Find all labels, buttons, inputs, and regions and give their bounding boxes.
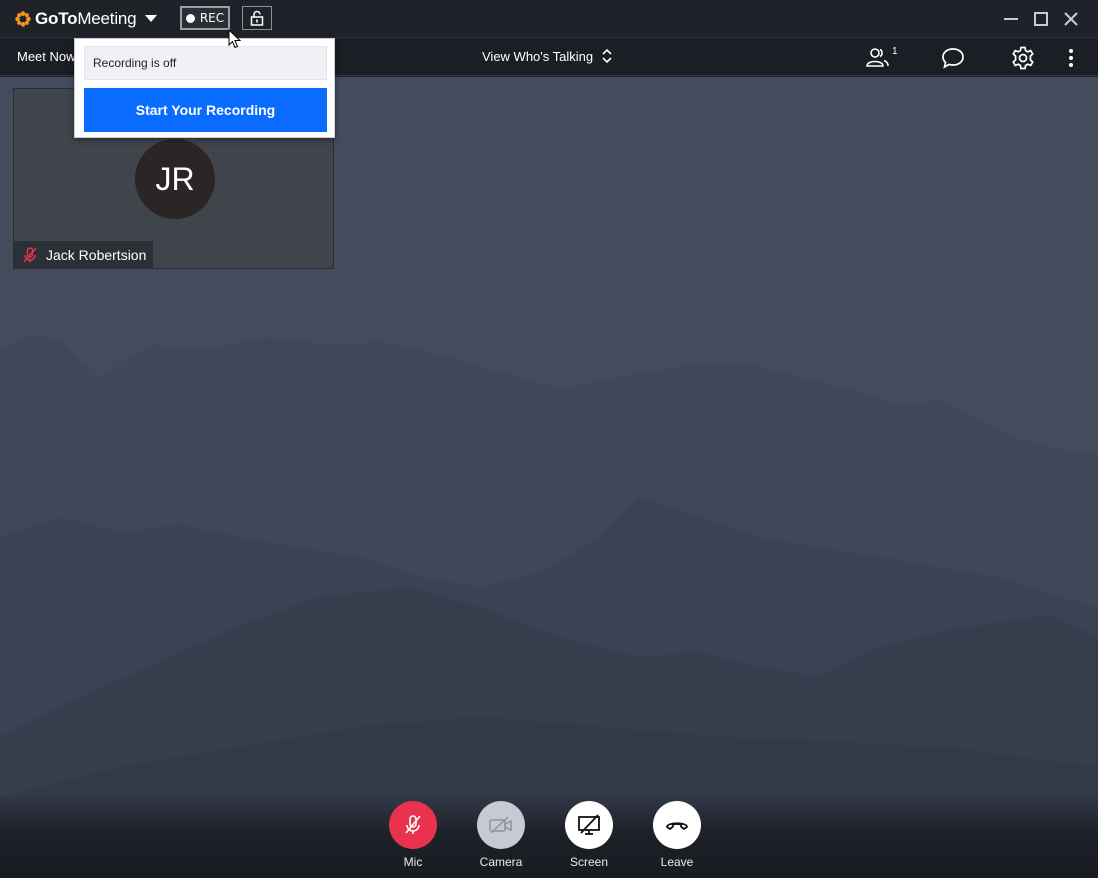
mic-button-circle[interactable] [389,801,437,849]
app-menu-button[interactable]: GoToMeeting [14,8,158,30]
leave-button[interactable]: Leave [647,801,707,869]
lock-meeting-button[interactable] [242,6,272,30]
hang-up-icon [666,822,688,830]
recording-popover: Recording is off Start Your Recording [74,38,335,138]
camera-button[interactable]: Camera [471,801,531,869]
record-button[interactable]: REC [180,6,230,30]
attendees-icon[interactable] [864,45,890,71]
settings-gear-icon[interactable] [1010,45,1036,71]
chat-icon[interactable] [940,45,966,71]
participant-name: Jack Robertsion [46,246,147,263]
leave-label: Leave [660,855,694,869]
attendee-count-badge: 1 [892,46,898,57]
record-dot-icon [185,13,195,23]
minimize-icon[interactable] [1001,9,1021,29]
mouse-cursor-icon [228,29,242,49]
mic-muted-icon [23,246,37,262]
view-mode-label: View Who's Talking [482,48,594,64]
gotomeeting-logo-icon [15,11,31,27]
mic-label: Mic [403,855,423,869]
screen-share-button[interactable]: Screen [559,801,619,869]
participant-nameplate: Jack Robertsion [14,241,154,268]
view-mode-selector[interactable]: View Who's Talking [482,47,613,65]
camera-button-circle[interactable] [477,801,525,849]
call-controls-bar: Mic Camera Screen Leave [0,795,1098,878]
meet-now-button[interactable]: Meet Now [17,49,76,64]
chevron-down-icon [145,15,158,22]
record-label: REC [199,11,225,25]
leave-button-circle[interactable] [653,801,701,849]
chevron-up-down-icon [602,48,612,64]
avatar: JR [135,139,215,219]
screen-button-circle[interactable] [565,801,613,849]
app-title: GoToMeeting [35,9,137,28]
unlock-icon [250,10,264,26]
recording-status: Recording is off [84,46,327,80]
camera-label: Camera [479,855,523,869]
more-options-icon[interactable] [1058,45,1084,71]
title-bar: GoToMeeting REC [0,0,1098,38]
mic-button[interactable]: Mic [383,801,443,869]
maximize-icon[interactable] [1031,9,1051,29]
screen-label: Screen [569,855,609,869]
camera-off-icon [489,816,512,834]
start-recording-button[interactable]: Start Your Recording [84,88,327,132]
mic-muted-icon [405,815,421,834]
screen-share-off-icon [578,814,600,835]
close-icon[interactable] [1061,9,1081,29]
